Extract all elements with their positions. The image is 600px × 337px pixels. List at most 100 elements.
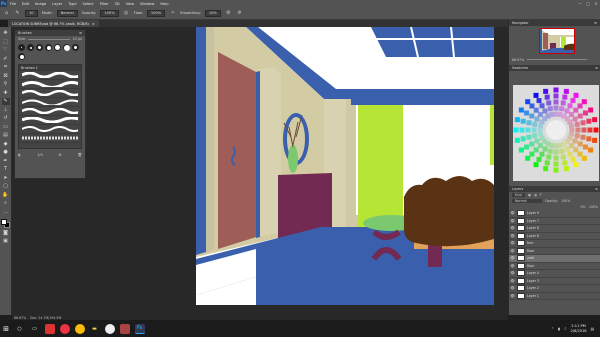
layer-row[interactable]: 👁 Layer 8 — [509, 225, 600, 233]
layer-row[interactable]: 👁 Layer 9 — [509, 210, 600, 218]
volume-icon[interactable]: ♪ — [564, 327, 566, 331]
screen-mode-icon[interactable]: ▣ — [2, 238, 10, 245]
navigator-zoom[interactable]: 66.67% — [512, 58, 524, 62]
tray-up-icon[interactable]: ⌃ — [551, 327, 554, 331]
document-tab[interactable]: LOCATION SUNRF.psd @ 66.7% (walk, RGB/8)… — [8, 20, 99, 27]
gradient-tool-icon[interactable]: ▤ — [2, 132, 10, 139]
file-explorer-icon[interactable]: ▬ — [90, 324, 100, 334]
menu-help[interactable]: Help — [157, 2, 171, 6]
document-canvas[interactable] — [196, 27, 494, 305]
brush-preset[interactable] — [63, 44, 70, 51]
menu-image[interactable]: Image — [32, 2, 49, 6]
home-icon[interactable]: ⌂ — [3, 10, 10, 17]
chrome-icon[interactable] — [74, 323, 85, 334]
healing-tool-icon[interactable]: ✚ — [2, 90, 10, 97]
move-tool-icon[interactable]: ✥ — [2, 30, 10, 37]
layer-row-selected[interactable]: 👁 walk — [509, 255, 600, 263]
brush-tool-icon[interactable]: ✎ — [1, 98, 10, 105]
menu-layer[interactable]: Layer — [49, 2, 65, 6]
layer-fill-value[interactable]: 100% — [589, 205, 598, 209]
menu-type[interactable]: Type — [65, 2, 79, 6]
mode-dropdown[interactable]: Normal — [56, 9, 78, 17]
brush-stroke-item[interactable] — [19, 116, 81, 125]
brush-stroke-item[interactable] — [19, 125, 81, 134]
eye-icon[interactable]: 👁 — [510, 249, 515, 253]
lasso-tool-icon[interactable]: ➰ — [2, 47, 10, 54]
eraser-tool-icon[interactable]: ▭ — [2, 124, 10, 131]
menu-edit[interactable]: Edit — [19, 2, 32, 6]
brush-toggle-icon[interactable]: ◐ — [18, 153, 21, 157]
airbrush-icon[interactable]: ✧ — [169, 10, 176, 17]
brush-stroke-item[interactable] — [19, 98, 81, 107]
color-swatches[interactable] — [1, 219, 10, 228]
navigator-zoom-slider[interactable] — [527, 59, 587, 60]
brush-stroke-item[interactable] — [19, 80, 81, 89]
brush-preset[interactable] — [18, 44, 25, 51]
zoom-tool-icon[interactable]: ⌕ — [2, 200, 10, 207]
symmetry-icon[interactable]: ✲ — [236, 10, 243, 17]
stamp-tool-icon[interactable]: ⊥ — [2, 107, 10, 114]
brush-size-picker[interactable]: 10 — [25, 9, 38, 17]
menu-select[interactable]: Select — [80, 2, 97, 6]
layer-row[interactable]: 👁 floor — [509, 247, 600, 255]
layer-row[interactable]: 👁 Layer 2 — [509, 285, 600, 293]
opacity-input[interactable]: 100% — [100, 9, 119, 17]
clock[interactable]: 2:11 PM 2/6/2018 — [570, 324, 586, 333]
eye-icon[interactable]: 👁 — [510, 234, 515, 238]
brush-stroke-item[interactable] — [19, 71, 81, 80]
brush-stroke-item[interactable] — [19, 134, 81, 143]
gear-icon[interactable]: ⚙ — [225, 10, 232, 17]
layer-opacity-value[interactable]: 100% — [561, 199, 570, 203]
dodge-tool-icon[interactable]: ● — [2, 149, 10, 156]
eye-icon[interactable]: 👁 — [510, 271, 515, 275]
menu-window[interactable]: Window — [137, 2, 157, 6]
menu-view[interactable]: View — [123, 2, 138, 6]
app-icon[interactable] — [104, 323, 115, 334]
eye-icon[interactable]: 👁 — [510, 294, 515, 298]
eye-icon[interactable]: 👁 — [510, 264, 515, 268]
brush-preset[interactable] — [72, 44, 79, 51]
brush-stroke-item[interactable] — [19, 107, 81, 116]
pen-tool-icon[interactable]: ✒ — [2, 158, 10, 165]
layer-blend-mode[interactable]: Normal — [512, 199, 542, 203]
hand-tool-icon[interactable]: ✋ — [2, 192, 10, 199]
filter-type-icon[interactable]: T — [540, 193, 542, 197]
task-view-icon[interactable]: ▭ — [30, 324, 40, 334]
eye-icon[interactable]: 👁 — [510, 286, 515, 290]
layer-row[interactable]: 👁 fore — [509, 240, 600, 248]
panel-menu-icon[interactable]: ≡ — [595, 66, 598, 70]
filter-adjust-icon[interactable]: ◑ — [534, 193, 537, 197]
menu-3d[interactable]: 3D — [112, 2, 123, 6]
layer-row[interactable]: 👁 Layer 4 — [509, 270, 600, 278]
eye-icon[interactable]: 👁 — [510, 241, 515, 245]
close-icon[interactable]: ✕ — [592, 1, 600, 6]
photoshop-taskbar-icon[interactable]: Ps — [134, 323, 145, 334]
brush-preset[interactable] — [45, 44, 52, 51]
foreground-color[interactable] — [1, 219, 7, 225]
brush-preset[interactable] — [18, 53, 25, 60]
eye-icon[interactable]: 👁 — [510, 219, 515, 223]
delete-brush-icon[interactable]: 🗑 — [77, 153, 82, 157]
eye-icon[interactable]: 👁 — [510, 279, 515, 283]
layer-row[interactable]: 👁 Layer 3 — [509, 277, 600, 285]
minimize-icon[interactable]: — — [576, 1, 584, 6]
quick-select-tool-icon[interactable]: ✐ — [2, 56, 10, 63]
panel-menu-icon[interactable]: ≡ — [594, 21, 597, 25]
color-wheel-palette[interactable] — [513, 85, 599, 181]
search-icon[interactable]: ○ — [15, 324, 25, 334]
flow-input[interactable]: 100% — [146, 9, 166, 17]
windows-start-icon[interactable]: ⊞ — [0, 320, 12, 337]
layer-row[interactable]: 👁 floor — [509, 262, 600, 270]
brush-preset[interactable] — [36, 44, 43, 51]
eye-icon[interactable]: 👁 — [510, 256, 515, 260]
kind-filter[interactable]: Kind — [512, 193, 526, 197]
menu-filter[interactable]: Filter — [97, 2, 112, 6]
swatches-title[interactable]: Swatches — [512, 66, 528, 70]
tab-close-icon[interactable]: × — [92, 22, 95, 26]
navigator-thumbnail[interactable] — [539, 28, 575, 54]
app-icon[interactable] — [44, 323, 55, 334]
brush-preset[interactable] — [27, 44, 34, 51]
panel-menu-icon[interactable]: ≡ — [595, 187, 598, 191]
brush-preset[interactable] — [54, 44, 61, 51]
smoothing-input[interactable]: 10% — [204, 9, 221, 17]
